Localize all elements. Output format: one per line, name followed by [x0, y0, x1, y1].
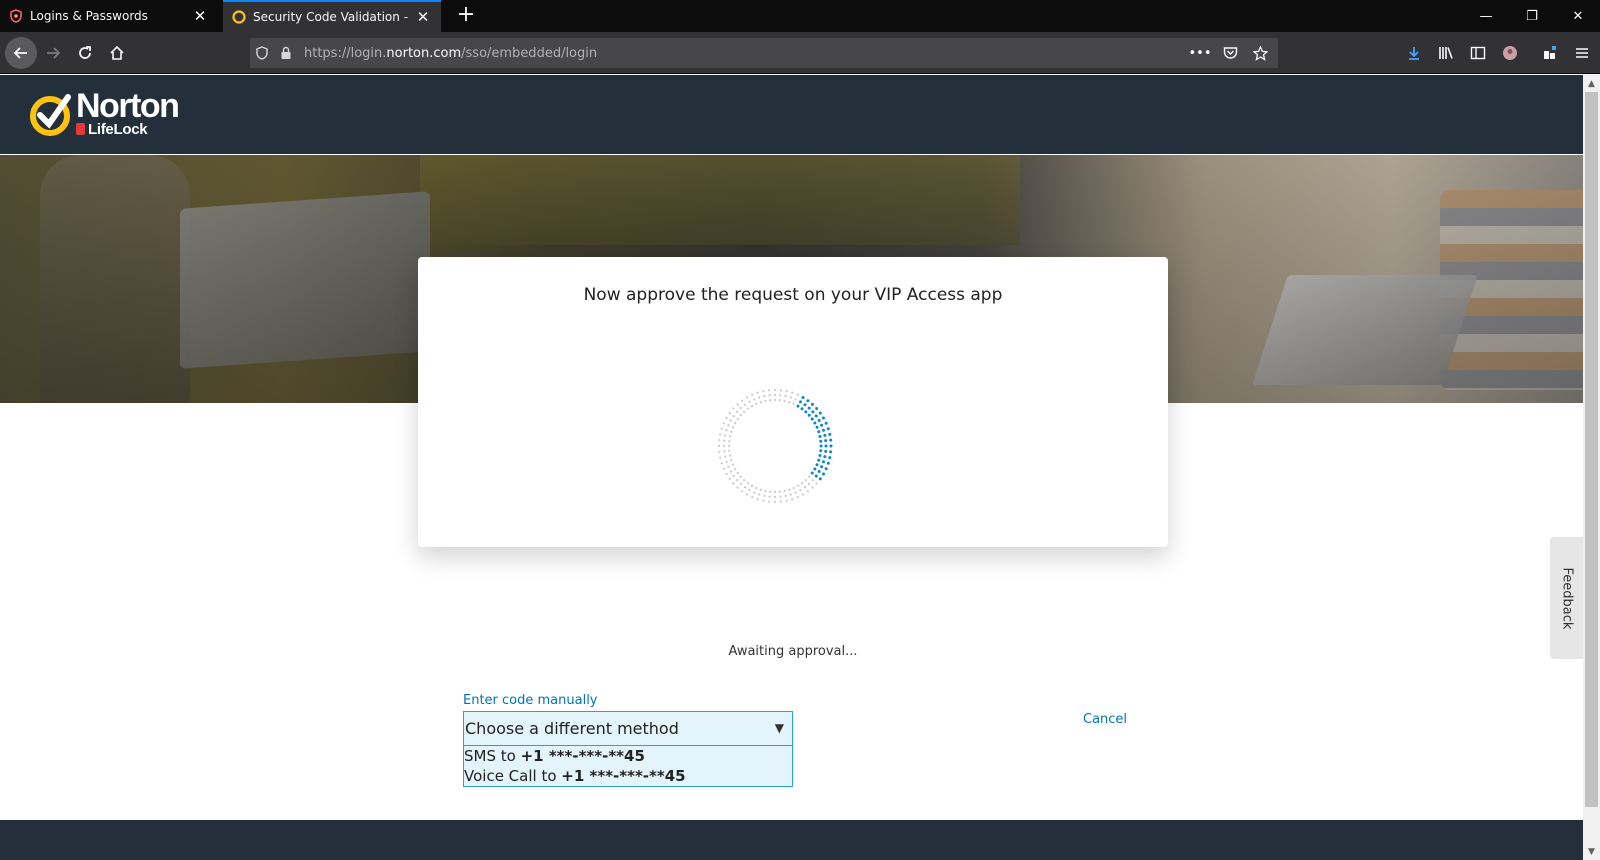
downloads-button[interactable]: [1398, 37, 1430, 69]
home-button[interactable]: [101, 37, 133, 69]
lifelock-icon: [76, 123, 85, 135]
site-header: Norton LifeLock: [0, 75, 1583, 154]
padlock-icon[interactable]: [274, 38, 298, 68]
lockwise-icon: [8, 8, 24, 24]
status-text: Awaiting approval...: [728, 644, 858, 659]
pocket-icon[interactable]: [1218, 41, 1242, 65]
close-icon[interactable]: ✕: [411, 5, 435, 29]
more-actions-icon[interactable]: •••: [1188, 41, 1212, 65]
back-button[interactable]: [5, 37, 37, 69]
extensions-icon: [1544, 46, 1556, 59]
forward-button[interactable]: [37, 37, 69, 69]
url-actions: •••: [1188, 38, 1272, 68]
site-footer: [0, 820, 1583, 860]
scroll-down-arrow[interactable]: ▼: [1583, 843, 1600, 860]
norton-checkmark-icon: [30, 94, 71, 136]
tracking-shield-icon[interactable]: [250, 38, 274, 68]
reload-button[interactable]: [69, 37, 101, 69]
new-tab-button[interactable]: +: [454, 4, 478, 28]
restore-button[interactable]: ❐: [1509, 0, 1555, 32]
arrow-right-icon: [47, 47, 61, 59]
bookmark-star-icon[interactable]: [1248, 41, 1272, 65]
reload-icon: [79, 46, 91, 59]
minimize-button[interactable]: —: [1463, 0, 1509, 32]
tab-logins-passwords[interactable]: Logins & Passwords ✕: [0, 0, 218, 32]
page-viewport: Norton LifeLock Now approve the request …: [0, 75, 1583, 860]
library-icon: [1439, 47, 1453, 59]
menu-button[interactable]: [1566, 37, 1598, 69]
logo-subbrand: LifeLock: [76, 121, 148, 138]
close-icon[interactable]: ✕: [188, 4, 212, 28]
tab-bar: Logins & Passwords ✕ Security Code Valid…: [0, 0, 1600, 32]
extensions-button[interactable]: [1534, 37, 1566, 69]
tab-title: Security Code Validation - Offic: [253, 10, 411, 24]
tab-security-code-validation[interactable]: Security Code Validation - Offic ✕: [223, 0, 441, 32]
option-voice-call[interactable]: Voice Call to +1 ***-***-**45: [464, 766, 792, 786]
scroll-thumb[interactable]: [1585, 92, 1598, 807]
feedback-tab[interactable]: Feedback: [1550, 537, 1583, 659]
method-select-value: Choose a different method: [465, 719, 679, 738]
norton-logo[interactable]: Norton LifeLock: [30, 87, 210, 143]
loading-spinner-icon: [717, 388, 833, 504]
page-scrollbar[interactable]: ▲ ▼: [1583, 75, 1600, 860]
dropdown-arrow-icon: ▼: [774, 721, 784, 735]
norton-icon: [231, 9, 247, 25]
window-close-button[interactable]: ✕: [1555, 0, 1600, 32]
sidebar-button[interactable]: [1462, 37, 1494, 69]
avatar-icon: [1503, 46, 1517, 60]
tab-title: Logins & Passwords: [30, 9, 148, 23]
library-button[interactable]: [1430, 37, 1462, 69]
card-title: Now approve the request on your VIP Acce…: [583, 285, 1003, 305]
account-button[interactable]: [1494, 37, 1526, 69]
download-icon: [1409, 47, 1419, 60]
navigation-toolbar: https://login.norton.com/sso/embedded/lo…: [0, 32, 1600, 74]
feedback-label: Feedback: [1559, 567, 1575, 629]
method-options-list: SMS to +1 ***-***-**45 Voice Call to +1 …: [463, 746, 793, 787]
arrow-left-icon: [13, 47, 27, 59]
method-select[interactable]: Choose a different method ▼: [463, 711, 793, 746]
url-text: https://login.norton.com/sso/embedded/lo…: [304, 45, 598, 61]
approval-card: Now approve the request on your VIP Acce…: [418, 257, 1168, 547]
enter-code-manually-link[interactable]: Enter code manually: [463, 693, 598, 708]
home-icon: [110, 45, 124, 60]
option-sms[interactable]: SMS to +1 ***-***-**45: [464, 746, 792, 766]
address-bar[interactable]: https://login.norton.com/sso/embedded/lo…: [250, 38, 1278, 68]
hamburger-icon: [1576, 48, 1588, 58]
scroll-up-arrow[interactable]: ▲: [1583, 75, 1600, 92]
sidebar-icon: [1470, 46, 1486, 60]
cancel-link[interactable]: Cancel: [1083, 712, 1127, 727]
